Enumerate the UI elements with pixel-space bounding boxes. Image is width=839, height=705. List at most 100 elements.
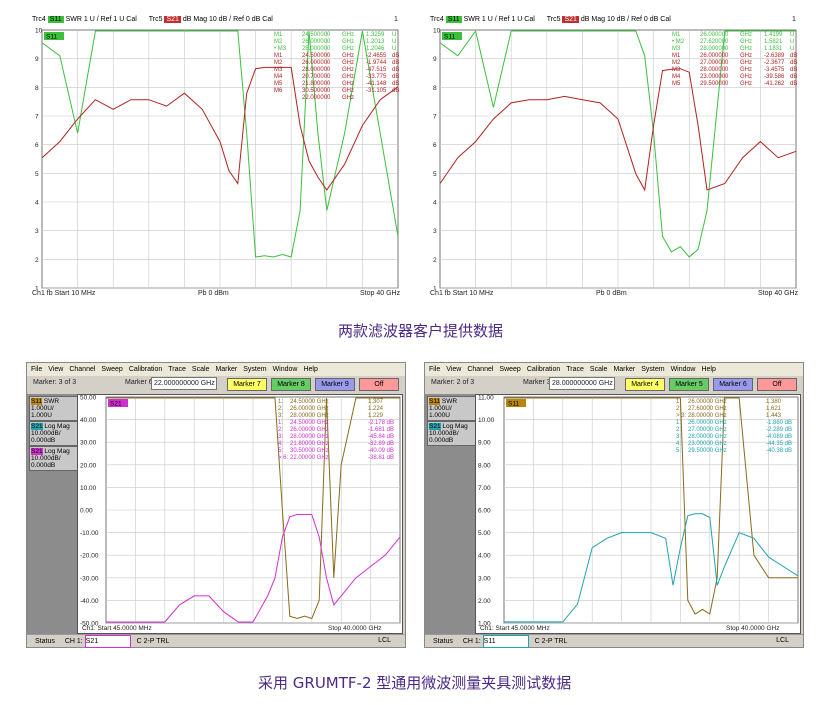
y-tick-label: 5.00 — [478, 530, 491, 537]
marker-table-cell: • M3 — [274, 46, 287, 52]
marker-table-cell: 1: — [278, 399, 283, 405]
trace-name: S21 — [429, 423, 441, 430]
trc4-label: Trc4 — [430, 16, 444, 23]
marker-table-cell: -41.148 — [366, 81, 387, 87]
marker-table-cell: -47.515 — [366, 67, 387, 73]
menu-view[interactable]: View — [48, 366, 63, 373]
marker-table-cell: 24.500000 — [302, 32, 331, 38]
footer-stop: Stop 40.0000 GHz — [328, 625, 381, 632]
trace-1[interactable]: S11 SWR 1.000U/ 1.000U — [29, 396, 78, 421]
marker-table-cell: M1 — [672, 53, 681, 59]
menu-file[interactable]: File — [31, 366, 42, 373]
menu-channel[interactable]: Channel — [69, 366, 95, 373]
marker-table-cell: 22.000000 — [302, 95, 331, 101]
menu-file[interactable]: File — [429, 366, 440, 373]
top-caption: 两款滤波器客户提供数据 — [338, 322, 504, 340]
cal-label: Cal — [126, 16, 137, 23]
menu-trace[interactable]: Trace — [566, 366, 584, 373]
bottom-right-plot: 11.00 10.00 9.00 8.00 7.00 6.00 5.00 4.00 3.00 2.… — [478, 395, 799, 632]
cal-label: Cal — [524, 16, 535, 23]
menu-sweep[interactable]: Sweep — [499, 366, 520, 373]
marker-5-button[interactable]: Marker 5 — [669, 378, 709, 391]
marker-table-cell: M1 — [274, 53, 283, 59]
trace-2[interactable]: S21 Log Mag 10.000dB/ 0.000dB — [427, 421, 476, 446]
marker-table-cell: > 3: — [676, 413, 687, 419]
marker-table-cell: GHz — [342, 81, 354, 87]
marker-table-cell: 27.60000 GHz — [688, 406, 727, 412]
marker-table-cell: dB — [790, 67, 797, 73]
menu-trace[interactable]: Trace — [168, 366, 186, 373]
marker-table-cell: 26.00000 GHz — [290, 427, 329, 433]
marker-6-button[interactable]: Marker 6 — [713, 378, 753, 391]
menu-window[interactable]: Window — [671, 366, 696, 373]
y-tick-label: 9 — [433, 56, 437, 63]
trace-3[interactable]: S21 Log Mag 10.000dB/ 0.000dB — [29, 446, 78, 471]
marker-select-label: Marker 3 — [523, 379, 551, 386]
marker-frequency-input[interactable]: 28.000000000 GHz — [549, 377, 615, 390]
dbmag-label: dB Mag 10 dB / Ref 0 dB — [182, 16, 261, 23]
marker-4-button[interactable]: Marker 4 — [625, 378, 665, 391]
bottom-right-vna-window: File View Channel Sweep Calibration Trace Scal… — [424, 362, 804, 648]
marker-table-cell: 1.621 — [766, 406, 782, 412]
marker-off-button[interactable]: Off — [757, 378, 797, 391]
param-field[interactable]: S11 — [482, 635, 529, 648]
y-tick-label: -20.00 — [80, 553, 99, 560]
menu-system[interactable]: System — [243, 366, 266, 373]
marker-table-cell: GHz — [740, 32, 752, 38]
menu-scale[interactable]: Scale — [192, 366, 210, 373]
menu-view[interactable]: View — [446, 366, 461, 373]
menu-window[interactable]: Window — [273, 366, 298, 373]
y-tick-label: 0.00 — [80, 508, 93, 515]
marker-table-cell: 26.00000 GHz — [688, 399, 727, 405]
marker-table-cell: 2: — [278, 427, 283, 433]
marker-table-cell: GHz — [740, 46, 752, 52]
marker-table-cell: M5 — [672, 81, 681, 87]
plot-area: 50.00 40.00 30.00 20.00 10.00 0.00 -10.00 -20.0… — [77, 394, 403, 634]
marker-table-cell: 1.1831 — [764, 46, 783, 52]
menu-sweep[interactable]: Sweep — [101, 366, 122, 373]
marker-table-cell: GHz — [342, 88, 354, 94]
menu-marker[interactable]: Marker — [215, 366, 237, 373]
marker-table-cell: 1.229 — [368, 413, 384, 419]
channel-number: 1 — [792, 16, 796, 23]
marker-table-cell: 28.000000 — [302, 46, 331, 52]
y-tick-label: -30.00 — [80, 575, 99, 582]
param-field[interactable]: S21 — [84, 635, 131, 648]
marker-table-cell: M1 — [672, 32, 681, 38]
marker-table-cell: -44.35 dB — [766, 441, 792, 447]
menu-help[interactable]: Help — [701, 366, 715, 373]
marker-table-cell: 1.307 — [368, 399, 384, 405]
marker-table-cell: 30.50000 GHz — [290, 448, 329, 454]
marker-8-button[interactable]: Marker 8 — [271, 378, 311, 391]
marker-table-cell: M1 — [274, 32, 283, 38]
marker-table-cell: 4: — [278, 441, 283, 447]
y-tick-label: 8.00 — [478, 462, 491, 469]
marker-off-button[interactable]: Off — [359, 378, 399, 391]
marker-table-cell: 1.4199 — [764, 32, 783, 38]
marker-table-cell: 26.000000 — [302, 39, 331, 45]
marker-table-cell: 26.00000 GHz — [290, 406, 329, 412]
menu-calibration[interactable]: Calibration — [527, 366, 560, 373]
s21-tag: S21 — [164, 16, 181, 23]
marker-table-cell: GHz — [740, 67, 752, 73]
menu-help[interactable]: Help — [303, 366, 317, 373]
top-left-plot: 10987654321S11 M1 24.500000 GHz 1.3259 UM2 26.… — [35, 28, 399, 290]
menu-marker[interactable]: Marker — [613, 366, 635, 373]
menu-bar: File View Channel Sweep Calibration Trace Scal… — [27, 363, 405, 376]
trace-ref: 0.000dB — [31, 437, 56, 444]
trace-2[interactable]: S21 Log Mag 10.000dB/ 0.000dB — [29, 421, 78, 446]
menu-calibration[interactable]: Calibration — [129, 366, 162, 373]
trace-1[interactable]: S11 SWR 1.000U/ 1.000U — [427, 396, 476, 421]
trace-format: Log Mag — [44, 448, 70, 455]
menu-system[interactable]: System — [641, 366, 664, 373]
menu-scale[interactable]: Scale — [590, 366, 608, 373]
marker-table-cell: 3: — [278, 434, 283, 440]
marker-9-button[interactable]: Marker 9 — [315, 378, 355, 391]
status-bar: Status CH 1: S21 C 2-P TRL LCL — [27, 634, 405, 648]
marker-count: Marker: 2 of 3 — [431, 379, 475, 386]
menu-channel[interactable]: Channel — [467, 366, 493, 373]
trace-format: Log Mag — [442, 423, 468, 430]
marker-frequency-input[interactable]: 22.000000000 GHz — [151, 377, 217, 390]
footer-power: Pb 0 dBm — [198, 290, 229, 297]
marker-7-button[interactable]: Marker 7 — [227, 378, 267, 391]
